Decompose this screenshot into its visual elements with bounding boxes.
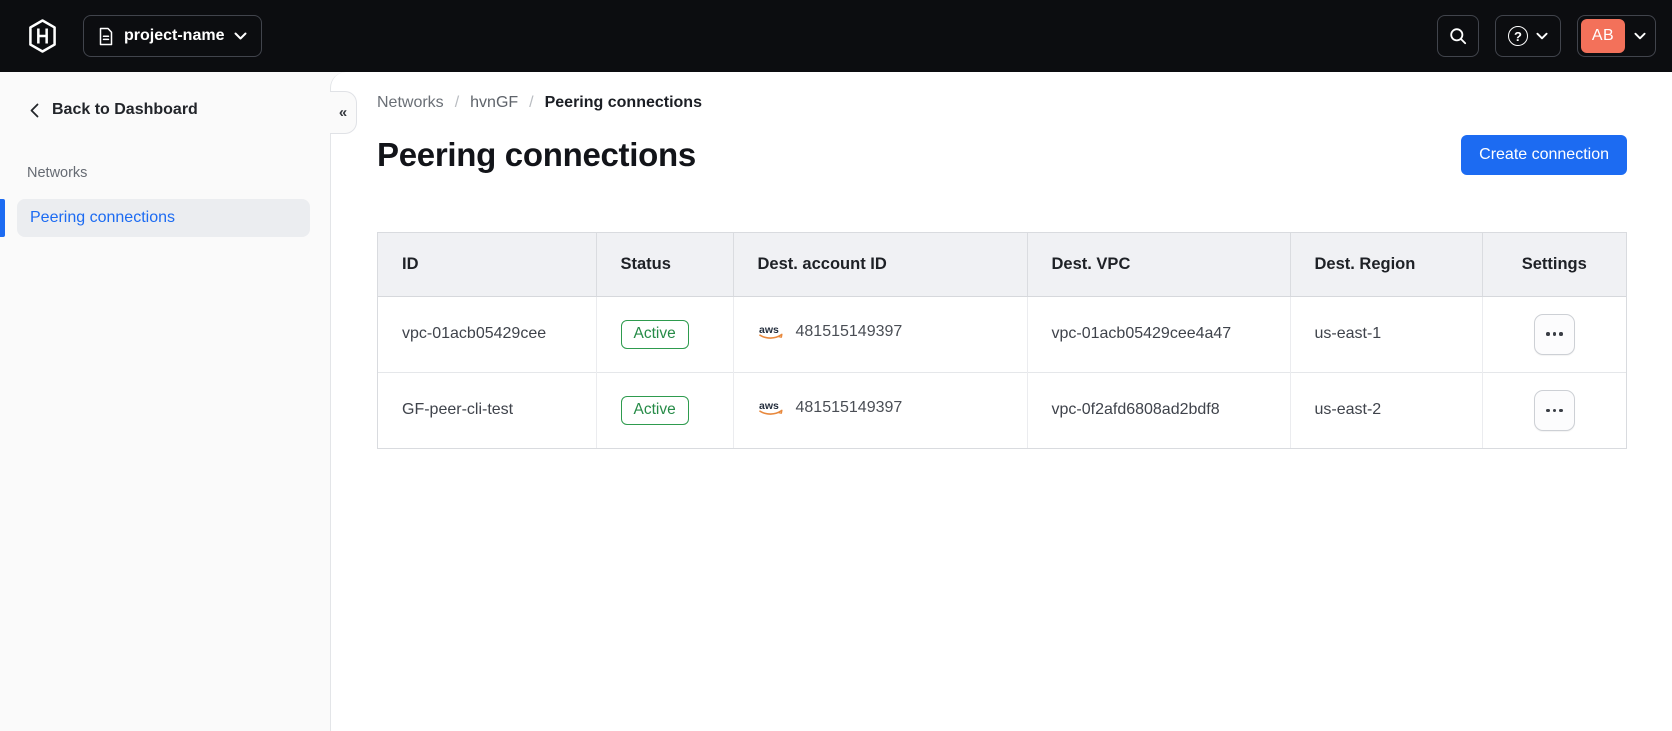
page-title: Peering connections [377,136,696,173]
content-area: Networks / hvnGF / Peering connections P… [331,72,1672,449]
project-selector[interactable]: project-name [83,15,263,57]
create-connection-button[interactable]: Create connection [1461,135,1627,175]
search-button[interactable] [1437,15,1479,57]
column-header-id: ID [378,233,597,297]
sidebar-section-networks: Networks [27,165,88,181]
breadcrumb: Networks / hvnGF / Peering connections [377,94,1627,112]
ellipsis-icon [1546,408,1563,412]
chevron-down-icon [1536,32,1548,40]
collapse-sidebar-button[interactable]: « [330,91,357,134]
help-icon: ? [1508,26,1528,46]
status-badge: Active [620,395,689,425]
main-content: « Networks / hvnGF / Peering connections… [330,72,1672,731]
breadcrumb-current: Peering connections [544,94,702,111]
aws-icon: aws [758,399,786,417]
table-row: vpc-01acb05429cee Active aws 48151514939… [378,296,1626,372]
svg-text:aws: aws [759,400,779,412]
cell-status: Active [596,371,734,448]
dest-account-id-value: 481515149397 [795,398,903,416]
breadcrumb-separator: / [529,94,534,111]
app-root: project-name ? AB Back to Dashboard Netw… [0,0,1672,731]
back-to-dashboard-link[interactable]: Back to Dashboard [0,96,330,124]
topbar-left: project-name [27,15,263,57]
hashicorp-logo-icon[interactable] [27,19,58,53]
chevron-down-icon [234,32,247,40]
app-shell: Back to Dashboard Networks Peering conne… [0,72,1672,731]
column-header-dest-vpc: Dest. VPC [1027,233,1291,297]
search-icon [1448,26,1468,46]
cell-dest-region: us-east-1 [1290,296,1483,372]
table-header-row: ID Status Dest. account ID Dest. VPC Des… [378,233,1626,297]
sidebar-item-peering-connections[interactable]: Peering connections [0,199,310,237]
cell-settings [1482,296,1626,372]
column-header-settings: Settings [1482,233,1626,297]
cell-status: Active [596,296,734,372]
collapse-sidebar-icon: « [338,104,348,121]
ellipsis-icon [1546,332,1563,336]
row-settings-button[interactable] [1533,313,1575,355]
back-to-dashboard-label: Back to Dashboard [52,101,198,118]
cell-dest-account-id: aws 481515149397 [733,296,1028,372]
breadcrumb-item-hvngf[interactable]: hvnGF [470,94,518,112]
chevron-left-icon [30,103,39,118]
help-menu-button[interactable]: ? [1495,15,1561,57]
sidebar-item-label: Peering connections [30,209,175,226]
cell-dest-vpc: vpc-0f2afd6808ad2bdf8 [1027,371,1291,448]
sidebar: Back to Dashboard Networks Peering conne… [0,72,330,731]
page-header: Peering connections Create connection [377,132,1627,178]
project-name-label: project-name [124,27,225,44]
peering-connections-table: ID Status Dest. account ID Dest. VPC Des… [377,232,1627,449]
cell-dest-region: us-east-2 [1290,371,1483,448]
row-settings-button[interactable] [1533,389,1575,431]
cell-dest-account-id: aws 481515149397 [733,371,1028,448]
avatar: AB [1581,19,1625,53]
account-menu-button[interactable]: AB [1577,15,1656,57]
dest-account-id-value: 481515149397 [795,322,903,340]
active-indicator [0,199,5,237]
cell-id: GF-peer-cli-test [378,371,597,448]
aws-icon: aws [758,323,786,341]
document-icon [98,27,114,46]
cell-settings [1482,371,1626,448]
top-navigation-bar: project-name ? AB [0,0,1672,72]
table-row: GF-peer-cli-test Active aws 481515149397… [378,371,1626,448]
cell-id: vpc-01acb05429cee [378,296,597,372]
column-header-dest-account-id: Dest. account ID [733,233,1028,297]
chevron-down-icon [1625,32,1655,40]
topbar-right: ? AB [1437,15,1656,57]
status-badge: Active [620,319,689,349]
column-header-status: Status [596,233,734,297]
breadcrumb-item-networks[interactable]: Networks [377,94,444,112]
cell-dest-vpc: vpc-01acb05429cee4a47 [1027,296,1291,372]
column-header-dest-region: Dest. Region [1290,233,1483,297]
svg-text:aws: aws [759,324,779,336]
breadcrumb-separator: / [454,94,460,111]
